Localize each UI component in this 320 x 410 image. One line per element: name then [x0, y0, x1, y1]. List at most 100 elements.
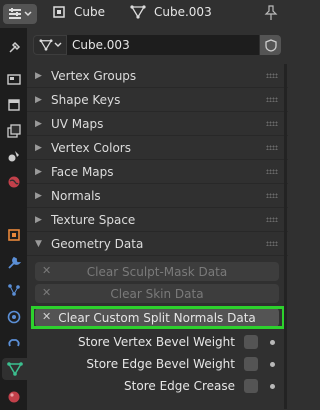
clear-sculpt-mask-button[interactable]: ✕ Clear Sculpt-Mask Data: [35, 262, 279, 281]
constraints-icon: [7, 339, 20, 347]
panel-uv-maps[interactable]: ▶ UV Maps: [27, 112, 288, 135]
shield-icon: [264, 38, 277, 52]
keyframe-dot-icon[interactable]: [270, 340, 275, 345]
panel-texture-space[interactable]: ▶ Texture Space: [27, 208, 288, 231]
tab-tool[interactable]: [2, 37, 25, 59]
scene-icon: [8, 151, 19, 162]
drag-grip-icon[interactable]: [266, 121, 278, 126]
chevron-down-icon: ▼: [35, 238, 42, 249]
properties-editor-icon: [9, 8, 21, 19]
view-layer-icon: [6, 124, 21, 138]
tab-object[interactable]: [2, 224, 25, 246]
drag-grip-icon[interactable]: [266, 217, 278, 222]
material-icon: [8, 391, 19, 403]
panel-face-maps[interactable]: ▶ Face Maps: [27, 160, 288, 183]
chevron-right-icon: ▶: [35, 190, 42, 201]
panel-vertex-colors[interactable]: ▶ Vertex Colors: [27, 136, 288, 159]
button-label: Clear Sculpt-Mask Data: [86, 264, 228, 279]
drag-grip-icon[interactable]: [266, 169, 278, 174]
drag-grip-icon[interactable]: [266, 241, 278, 246]
chevron-right-icon: ▶: [35, 70, 42, 81]
object-square-icon: [53, 6, 65, 18]
panel-label: Vertex Groups: [51, 68, 137, 83]
object-icon: [7, 229, 20, 241]
panel-label: Geometry Data: [51, 236, 144, 251]
tab-render[interactable]: [2, 68, 25, 90]
mesh-triangle-icon: [38, 39, 53, 51]
output-icon: [7, 99, 20, 111]
property-label: Store Edge Bevel Weight: [86, 357, 235, 371]
panel-vertex-groups[interactable]: ▶ Vertex Groups: [27, 64, 288, 87]
store-edge-crease-checkbox[interactable]: [244, 379, 258, 393]
tab-physics[interactable]: [2, 306, 25, 328]
mesh-name-field[interactable]: Cube.003: [67, 35, 259, 55]
chevron-right-icon: ▶: [35, 118, 42, 129]
drag-grip-icon[interactable]: [266, 145, 278, 150]
keyframe-dot-icon[interactable]: [270, 384, 275, 389]
store-edge-bevel-weight-checkbox[interactable]: [244, 357, 258, 371]
close-icon: ✕: [42, 264, 52, 277]
keyframe-dot-icon[interactable]: [270, 362, 275, 367]
properties-main: Cube.003 ▶ Vertex Groups ▶ Shape Keys ▶ …: [27, 28, 288, 410]
chevron-right-icon: ▶: [35, 214, 42, 225]
mesh-triangle-icon: [130, 5, 146, 19]
pin-icon: [264, 5, 278, 20]
world-icon: [8, 176, 19, 188]
properties-tabs: [0, 28, 27, 410]
particles-icon: [7, 284, 20, 296]
modifier-icon: [7, 256, 21, 269]
tab-scene[interactable]: [2, 145, 25, 167]
panel-label: Shape Keys: [51, 92, 121, 107]
scrollbar[interactable]: [284, 64, 287, 409]
property-label: Store Vertex Bevel Weight: [78, 335, 235, 349]
property-label: Store Edge Crease: [124, 379, 235, 393]
tool-icon: [8, 41, 20, 53]
panel-label: Normals: [51, 188, 101, 203]
mesh-datablock-selector: Cube.003: [33, 35, 281, 55]
tab-view-layer[interactable]: [2, 120, 25, 142]
object-breadcrumb[interactable]: Cube: [52, 5, 105, 19]
drag-grip-icon[interactable]: [266, 73, 278, 78]
panel-geometry-data[interactable]: ▼ Geometry Data: [27, 232, 288, 255]
store-edge-bevel-weight-row: Store Edge Bevel Weight: [27, 354, 288, 374]
store-edge-crease-row: Store Edge Crease: [27, 376, 288, 396]
drag-grip-icon[interactable]: [266, 193, 278, 198]
pin-button[interactable]: [264, 5, 278, 24]
chevron-right-icon: ▶: [35, 142, 42, 153]
editor-type-button[interactable]: [3, 4, 37, 24]
panel-label: Vertex Colors: [51, 140, 131, 155]
drag-grip-icon[interactable]: [266, 97, 278, 102]
mesh-breadcrumb[interactable]: Cube.003: [130, 5, 212, 19]
button-label: Clear Skin Data: [110, 286, 204, 301]
panel-shape-keys[interactable]: ▶ Shape Keys: [27, 88, 288, 111]
tab-modifier[interactable]: [2, 252, 25, 274]
panel-label: Face Maps: [51, 164, 114, 179]
highlight-box: [31, 306, 285, 329]
clear-skin-data-button[interactable]: ✕ Clear Skin Data: [35, 284, 279, 303]
chevron-down-icon: [24, 11, 32, 17]
chevron-right-icon: ▶: [35, 94, 42, 105]
render-icon: [6, 74, 21, 85]
tab-constraints[interactable]: [2, 332, 25, 354]
panel-normals[interactable]: ▶ Normals: [27, 184, 288, 207]
panel-label: UV Maps: [51, 116, 104, 131]
fake-user-button[interactable]: [260, 35, 281, 55]
mesh-data-icon: [6, 362, 23, 376]
chevron-down-icon: [54, 42, 61, 47]
properties-header: Cube Cube.003: [0, 0, 288, 29]
browse-mesh-button[interactable]: [33, 35, 67, 55]
mesh-name: Cube.003: [154, 5, 212, 19]
tab-mesh-data[interactable]: [2, 358, 27, 380]
object-name: Cube: [74, 5, 105, 19]
tab-material[interactable]: [2, 386, 25, 408]
close-icon: ✕: [42, 286, 52, 299]
chevron-right-icon: ▶: [35, 166, 42, 177]
tab-particles[interactable]: [2, 279, 25, 301]
tab-world[interactable]: [2, 171, 25, 193]
physics-icon: [7, 310, 20, 324]
tab-output[interactable]: [2, 94, 25, 116]
store-vertex-bevel-weight-checkbox[interactable]: [244, 335, 258, 349]
panel-label: Texture Space: [51, 212, 136, 227]
store-vertex-bevel-weight-row: Store Vertex Bevel Weight: [27, 332, 288, 352]
divider: [27, 255, 288, 256]
